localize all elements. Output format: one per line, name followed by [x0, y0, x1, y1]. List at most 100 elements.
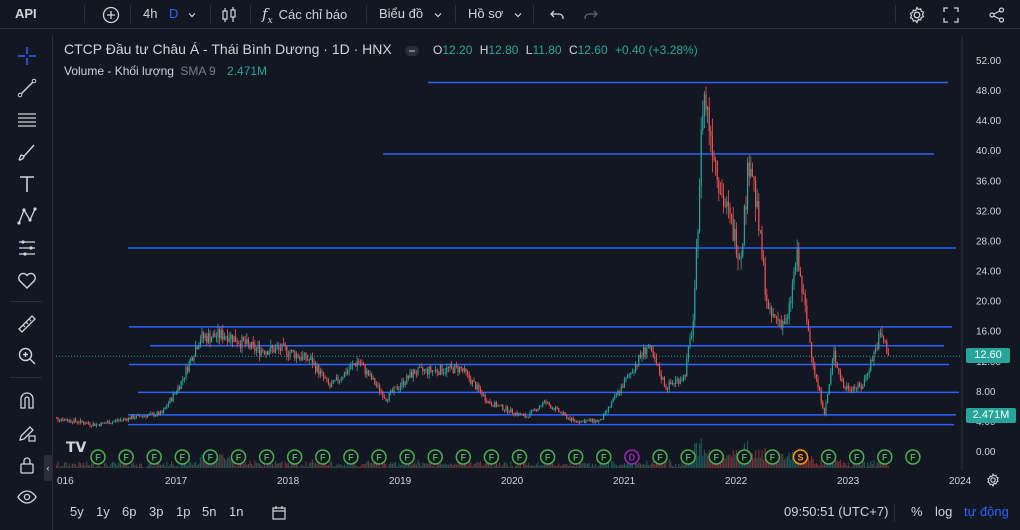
- volume-bar: [327, 465, 329, 468]
- app-title[interactable]: API: [15, 0, 37, 28]
- time-axis[interactable]: 016 2017 2018 2019 2020 2021 2022 2023 2024: [56, 470, 1020, 490]
- range-3m[interactable]: 3p: [149, 498, 163, 526]
- range-1y[interactable]: 1y: [96, 498, 110, 526]
- volume-bar: [107, 465, 109, 468]
- volume-bar: [668, 459, 670, 468]
- legend-settings-icon[interactable]: [405, 45, 420, 56]
- settings-button[interactable]: [908, 0, 926, 28]
- interval-daily-button[interactable]: D: [169, 0, 178, 28]
- volume-name[interactable]: Volume - Khối lượng: [64, 64, 174, 78]
- volume-bar: [148, 463, 150, 468]
- candle-body: [199, 340, 201, 345]
- magnet-icon[interactable]: [16, 390, 38, 412]
- candle-body: [588, 419, 590, 421]
- crosshair-icon[interactable]: [16, 45, 38, 67]
- candle-body: [409, 372, 411, 379]
- add-symbol-button[interactable]: [102, 0, 120, 28]
- volume-bar: [110, 464, 112, 468]
- volume-bar: [254, 460, 256, 468]
- share-icon: [989, 6, 1005, 23]
- percent-toggle[interactable]: %: [911, 498, 923, 526]
- range-1m[interactable]: 1p: [176, 498, 190, 526]
- interval-dropdown[interactable]: [187, 0, 197, 28]
- heart-icon[interactable]: [16, 269, 38, 291]
- pattern-icon[interactable]: [16, 205, 38, 227]
- volume-bar: [758, 449, 760, 468]
- text-icon[interactable]: [16, 173, 38, 195]
- candle-body: [535, 409, 537, 411]
- volume-bar: [102, 467, 104, 468]
- ohlc-high: 12.80: [488, 43, 519, 57]
- go-to-date-button[interactable]: [271, 498, 287, 526]
- chart-menu-button[interactable]: Biểu đồ: [379, 0, 443, 28]
- candle-body: [812, 357, 814, 366]
- horizontal-lines-icon[interactable]: [16, 109, 38, 131]
- candle-body: [444, 372, 446, 374]
- tradingview-logo[interactable]: TV: [66, 440, 90, 458]
- candle-body: [78, 422, 80, 424]
- share-button[interactable]: [989, 0, 1005, 28]
- redo-button[interactable]: [583, 0, 599, 28]
- candle-body: [201, 332, 203, 341]
- candle-body: [403, 380, 405, 386]
- range-1d[interactable]: 1n: [229, 498, 243, 526]
- zoom-in-icon[interactable]: [16, 345, 38, 367]
- brush-icon[interactable]: [16, 141, 38, 163]
- volume-bar: [649, 464, 651, 468]
- range-6m[interactable]: 6p: [122, 498, 136, 526]
- candle-body: [759, 230, 761, 231]
- chart-type-button[interactable]: [220, 0, 238, 28]
- candle-body: [302, 355, 304, 360]
- volume-bar: [454, 463, 456, 468]
- candle-body: [636, 364, 638, 366]
- trend-line-icon[interactable]: [16, 77, 38, 99]
- range-5y[interactable]: 5y: [70, 498, 84, 526]
- pencil-lock-icon[interactable]: [16, 422, 38, 444]
- profile-menu-button[interactable]: Hồ sơ: [468, 0, 523, 28]
- event-markers: FFFFFFFFFFFFFFFFFFFDFFFFFSFFFF: [90, 449, 921, 465]
- volume-bar: [281, 461, 283, 468]
- candle-body: [862, 386, 864, 389]
- candle-body: [203, 332, 205, 339]
- collapse-toolbar-button[interactable]: ‹: [44, 455, 52, 481]
- symbol-title[interactable]: CTCP Đầu tư Châu Á - Thái Bình Dương · 1…: [64, 41, 392, 57]
- candle-body: [772, 313, 774, 317]
- candle-body: [438, 372, 440, 375]
- lock-icon[interactable]: [16, 454, 38, 476]
- volume-bar: [847, 462, 849, 468]
- volume-bar: [567, 465, 569, 468]
- volume-bar: [705, 453, 707, 468]
- volume-bar: [839, 460, 841, 468]
- axis-settings-icon[interactable]: [986, 473, 1000, 487]
- chart-pane[interactable]: 52.00 48.00 44.00 40.00 36.00 32.00 28.00 24.00…: [56, 36, 1020, 470]
- candle-body: [353, 364, 355, 365]
- candle-body: [108, 421, 110, 425]
- volume-bar: [606, 464, 608, 468]
- undo-button[interactable]: [549, 0, 565, 28]
- interval-4h-button[interactable]: 4h: [143, 0, 157, 28]
- auto-scale-toggle[interactable]: tự động: [964, 498, 1009, 526]
- candle-body: [270, 345, 272, 352]
- candle-body: [359, 362, 361, 365]
- fullscreen-button[interactable]: [943, 0, 959, 28]
- candle-body: [649, 345, 651, 348]
- candle-body: [89, 423, 91, 426]
- volume-bar: [161, 465, 163, 468]
- candle-body: [767, 301, 769, 309]
- candle-body: [228, 339, 230, 342]
- indicators-button[interactable]: fx Các chỉ báo: [262, 0, 347, 28]
- candle-body: [385, 398, 387, 402]
- clock[interactable]: 09:50:51 (UTC+7): [784, 498, 888, 526]
- candle-body: [91, 425, 93, 427]
- volume-bar: [497, 465, 499, 468]
- ruler-icon[interactable]: [16, 313, 38, 335]
- volume-bar: [411, 465, 413, 468]
- forecast-icon[interactable]: [16, 237, 38, 259]
- candle-body: [348, 369, 350, 371]
- eye-icon[interactable]: [16, 486, 38, 508]
- log-toggle[interactable]: log: [935, 498, 952, 526]
- candle-body: [222, 330, 224, 340]
- candle-body: [283, 343, 285, 345]
- price-chart[interactable]: 52.00 48.00 44.00 40.00 36.00 32.00 28.00 24.00…: [56, 36, 1020, 470]
- range-5d[interactable]: 5n: [202, 498, 216, 526]
